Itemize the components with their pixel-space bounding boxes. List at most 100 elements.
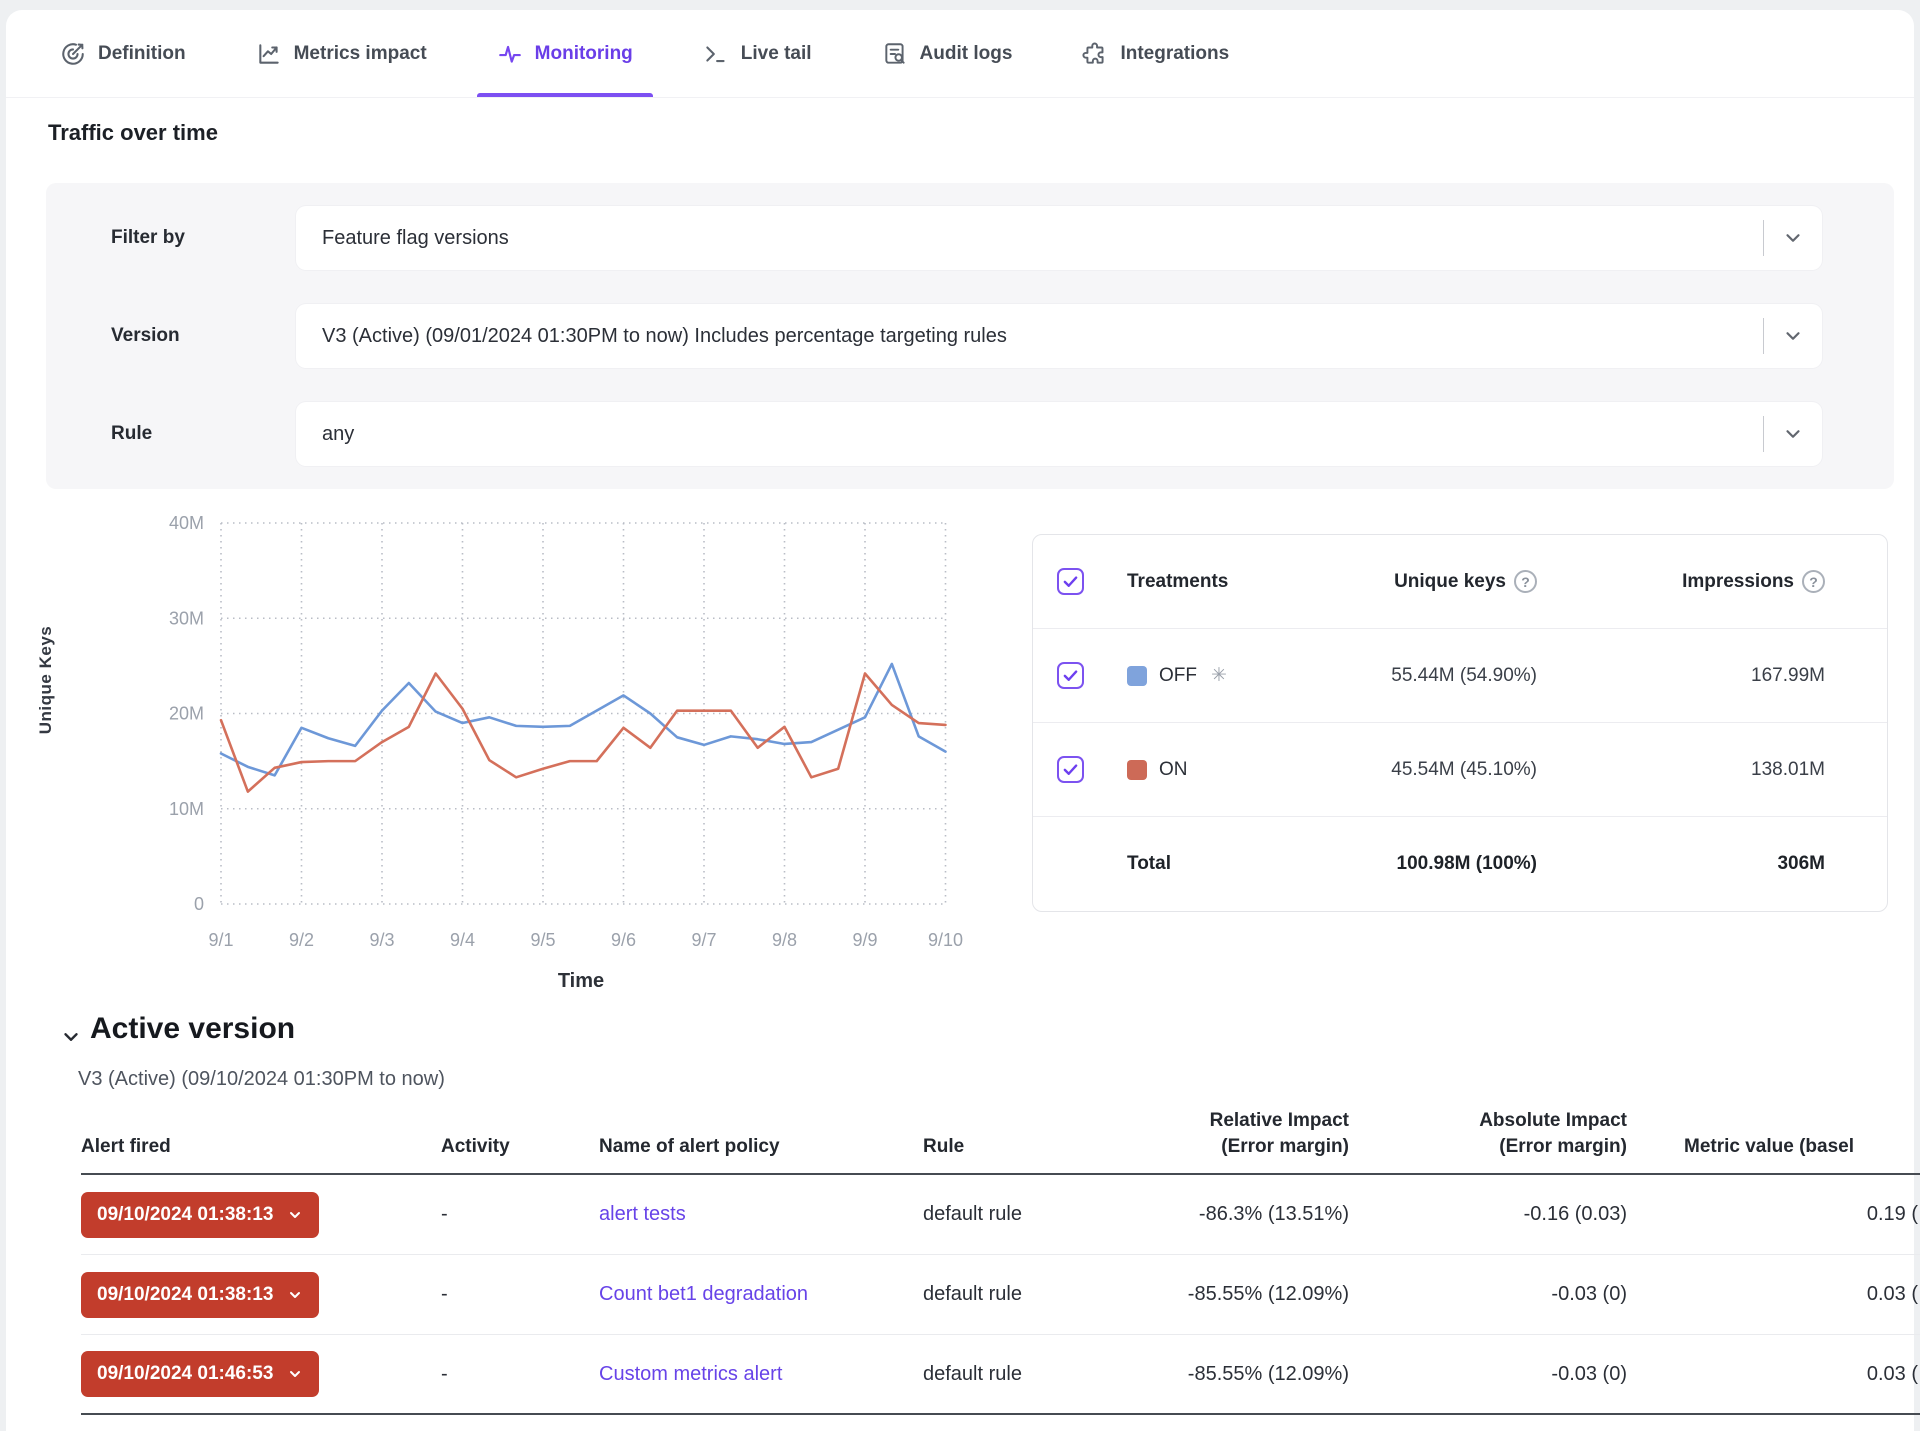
- collapse-chevron-icon[interactable]: [60, 1026, 82, 1048]
- filter-row-rule: Rule any: [46, 402, 1894, 466]
- alert-fired-badge[interactable]: 09/10/2024 01:38:13: [81, 1192, 319, 1238]
- select-divider: [1763, 318, 1764, 354]
- chevron-down-icon[interactable]: [1782, 325, 1804, 347]
- tab-label: Monitoring: [535, 43, 633, 65]
- svg-text:9/9: 9/9: [852, 930, 877, 950]
- metric-value-cell: 0.19 (: [1627, 1203, 1920, 1226]
- total-label: Total: [1127, 853, 1277, 875]
- tab-metrics-impact[interactable]: Metrics impact: [250, 10, 433, 97]
- chevron-down-icon: [287, 1207, 303, 1223]
- select-divider: [1763, 416, 1764, 452]
- tab-definition[interactable]: Definition: [54, 10, 192, 97]
- monitoring-icon: [497, 41, 523, 67]
- relative-impact-cell: -85.55% (12.09%): [1116, 1283, 1349, 1306]
- metric-value-header: Metric value (basel: [1627, 1134, 1920, 1160]
- rule-header: Rule: [923, 1134, 1116, 1160]
- svg-text:30M: 30M: [169, 608, 204, 628]
- active-version-subtitle: V3 (Active) (09/10/2024 01:30PM to now): [78, 1068, 445, 1091]
- help-icon[interactable]: ?: [1802, 570, 1825, 593]
- metric-value-cell: 0.03 (: [1627, 1363, 1920, 1386]
- rule-cell: default rule: [923, 1283, 1116, 1306]
- activity-header: Activity: [441, 1134, 599, 1160]
- total-impressions: 306M: [1607, 853, 1887, 875]
- rule-cell: default rule: [923, 1203, 1116, 1226]
- off-impressions: 167.99M: [1607, 665, 1887, 687]
- on-color-swatch: [1127, 760, 1147, 780]
- svg-text:9/4: 9/4: [450, 930, 475, 950]
- version-label: Version: [111, 325, 180, 347]
- version-select[interactable]: V3 (Active) (09/01/2024 01:30PM to now) …: [296, 304, 1822, 368]
- alert-fired-badge[interactable]: 09/10/2024 01:38:13: [81, 1272, 319, 1318]
- treatment-row-off: OFF ✳ 55.44M (54.90%) 167.99M: [1033, 629, 1887, 723]
- definition-icon: [60, 41, 86, 67]
- filter-panel: Filter by Feature flag versions Version …: [46, 183, 1894, 489]
- rule-label: Rule: [111, 423, 152, 445]
- alert-policy-link[interactable]: Count bet1 degradation: [599, 1283, 808, 1305]
- tab-integrations[interactable]: Integrations: [1076, 10, 1235, 97]
- svg-text:20M: 20M: [169, 704, 204, 724]
- tab-live-tail[interactable]: Live tail: [697, 10, 818, 97]
- absolute-impact-cell: -0.03 (0): [1349, 1283, 1627, 1306]
- metric-value-cell: 0.03 (: [1627, 1283, 1920, 1306]
- on-checkbox[interactable]: [1057, 756, 1084, 783]
- svg-text:9/2: 9/2: [289, 930, 314, 950]
- filter-by-label: Filter by: [111, 227, 185, 249]
- alert-fired-badge[interactable]: 09/10/2024 01:46:53: [81, 1351, 319, 1397]
- alert-policy-link[interactable]: alert tests: [599, 1203, 686, 1225]
- svg-text:10M: 10M: [169, 799, 204, 819]
- relative-impact-header: Relative Impact(Error margin): [1116, 1108, 1349, 1159]
- tab-label: Integrations: [1120, 43, 1229, 65]
- live-tail-icon: [703, 41, 729, 67]
- svg-text:9/5: 9/5: [530, 930, 555, 950]
- svg-text:9/1: 9/1: [208, 930, 233, 950]
- alert-policy-link[interactable]: Custom metrics alert: [599, 1363, 782, 1385]
- relative-impact-cell: -86.3% (13.51%): [1116, 1203, 1349, 1226]
- chevron-down-icon: [287, 1287, 303, 1303]
- chevron-down-icon[interactable]: [1782, 423, 1804, 445]
- relative-impact-cell: -85.55% (12.09%): [1116, 1363, 1349, 1386]
- off-checkbox[interactable]: [1057, 662, 1084, 689]
- alert-row-3: 09/10/2024 01:46:53 - Custom metrics ale…: [81, 1335, 1920, 1415]
- chevron-down-icon[interactable]: [1782, 227, 1804, 249]
- off-unique-keys: 55.44M (54.90%): [1277, 665, 1607, 687]
- off-color-swatch: [1127, 666, 1147, 686]
- tab-label: Audit logs: [920, 43, 1013, 65]
- on-impressions: 138.01M: [1607, 759, 1887, 781]
- treatments-header: Treatments: [1127, 571, 1277, 593]
- unique-keys-header: Unique keys: [1394, 571, 1506, 593]
- svg-text:0: 0: [194, 894, 204, 914]
- page-title: Traffic over time: [48, 120, 218, 146]
- activity-cell: -: [441, 1203, 599, 1226]
- treatments-table: Treatments Unique keys? Impressions? OFF…: [1032, 534, 1888, 912]
- tab-audit-logs[interactable]: Audit logs: [876, 10, 1019, 97]
- alerts-header-row: Alert fired Activity Name of alert polic…: [81, 1108, 1920, 1175]
- traffic-chart: 40M30M20M10M09/19/29/39/49/59/69/79/89/9…: [46, 510, 966, 970]
- treatment-row-on: ON 45.54M (45.10%) 138.01M: [1033, 723, 1887, 817]
- alert-row-2: 09/10/2024 01:38:13 - Count bet1 degrada…: [81, 1255, 1920, 1335]
- filter-row-filter-by: Filter by Feature flag versions: [46, 206, 1894, 270]
- version-value: V3 (Active) (09/01/2024 01:30PM to now) …: [296, 325, 1007, 348]
- rule-select[interactable]: any: [296, 402, 1822, 466]
- svg-text:9/7: 9/7: [691, 930, 716, 950]
- svg-text:9/10: 9/10: [928, 930, 963, 950]
- tab-monitoring[interactable]: Monitoring: [491, 10, 639, 97]
- alerts-table: Alert fired Activity Name of alert polic…: [81, 1108, 1920, 1415]
- audit-logs-icon: [882, 41, 908, 67]
- absolute-impact-cell: -0.03 (0): [1349, 1363, 1627, 1386]
- treatments-select-all-checkbox[interactable]: [1057, 568, 1084, 595]
- treatments-header-row: Treatments Unique keys? Impressions?: [1033, 535, 1887, 629]
- alert-fired-header: Alert fired: [81, 1134, 441, 1160]
- integrations-icon: [1082, 41, 1108, 67]
- svg-text:9/6: 9/6: [611, 930, 636, 950]
- tab-label: Metrics impact: [294, 43, 427, 65]
- tab-label: Live tail: [741, 43, 812, 65]
- metrics-impact-icon: [256, 41, 282, 67]
- svg-text:9/8: 9/8: [772, 930, 797, 950]
- rule-cell: default rule: [923, 1363, 1116, 1386]
- tab-bar: Definition Metrics impact Monitoring Liv…: [6, 10, 1914, 98]
- activity-cell: -: [441, 1363, 599, 1386]
- x-axis-label: Time: [511, 970, 651, 993]
- help-icon[interactable]: ?: [1514, 570, 1537, 593]
- frozen-asterisk-icon: ✳: [1211, 664, 1227, 687]
- filter-by-select[interactable]: Feature flag versions: [296, 206, 1822, 270]
